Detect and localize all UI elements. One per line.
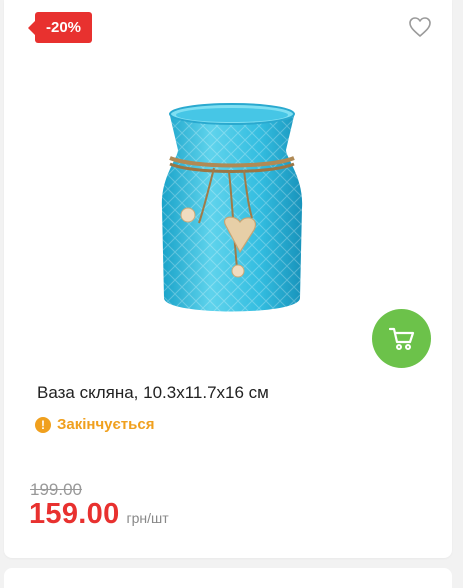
old-price: 199.00 (30, 480, 82, 499)
add-to-cart-button[interactable] (372, 309, 431, 368)
price-unit: грн/шт (126, 510, 169, 526)
product-card[interactable]: -20% Ваза скляна, 10.3x11.7x16 см ! Закі… (4, 0, 452, 558)
stock-status: ! Закінчується (35, 416, 154, 433)
heart-icon[interactable] (408, 16, 432, 38)
current-price: 159.00 (29, 498, 120, 530)
discount-badge: -20% (28, 12, 92, 43)
cart-icon (388, 327, 414, 350)
product-image-vase[interactable] (154, 98, 310, 324)
product-title[interactable]: Ваза скляна, 10.3x11.7x16 см (37, 383, 269, 403)
next-product-card (4, 568, 452, 588)
exclamation-icon: ! (35, 416, 51, 433)
price-row: 159.00 грн/шт (29, 498, 169, 531)
stock-status-label: Закінчується (57, 416, 155, 433)
